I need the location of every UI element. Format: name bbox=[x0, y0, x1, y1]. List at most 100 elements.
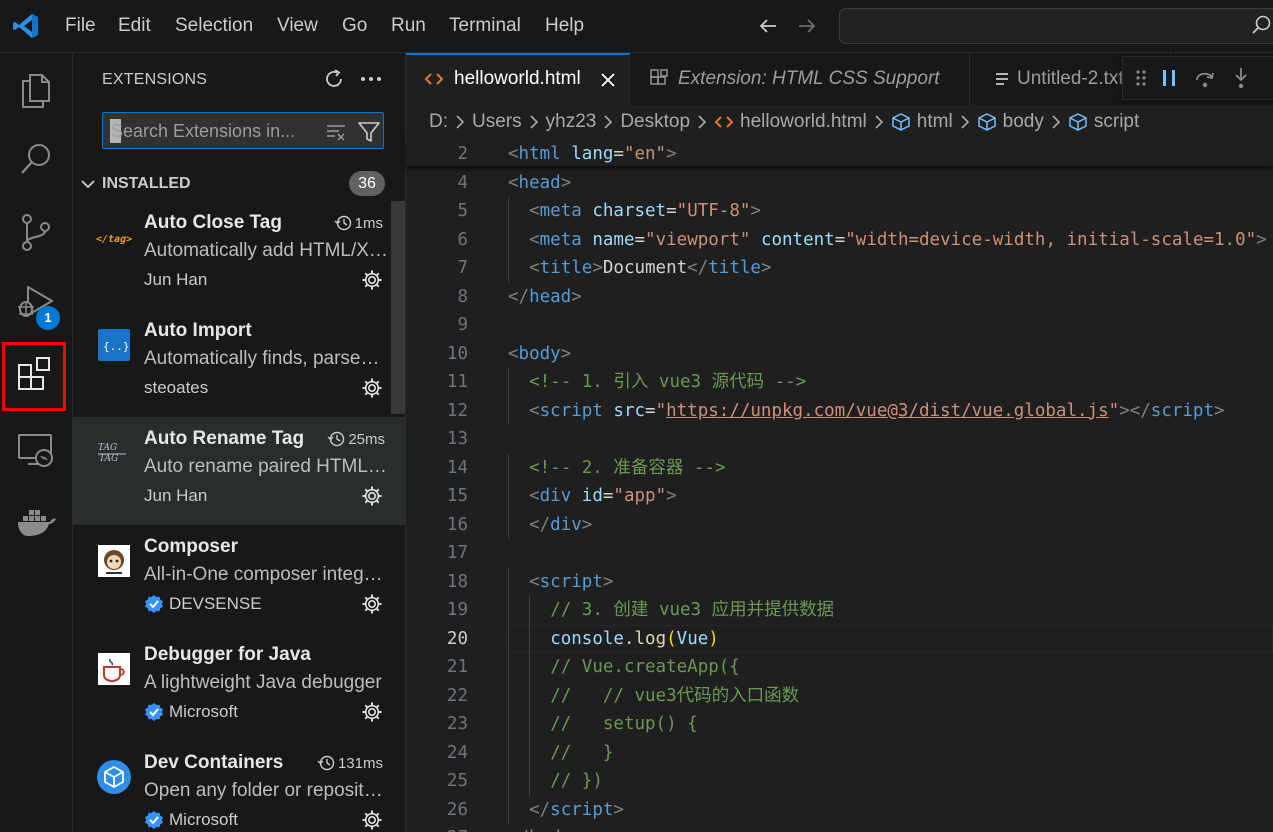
tab-label: Untitled-2.txt bbox=[1017, 68, 1124, 89]
code-line[interactable]: 22 // // vue3代码的入口函数 bbox=[406, 681, 1273, 710]
chevron-right-icon bbox=[530, 115, 538, 129]
line-number: 2 bbox=[457, 144, 468, 164]
gear-icon[interactable] bbox=[361, 485, 383, 507]
line-number: 14 bbox=[446, 457, 468, 478]
code-line[interactable]: 5 <meta charset="UTF-8"> bbox=[406, 197, 1273, 226]
extension-description: Automatically finds, parses and provides… bbox=[144, 348, 388, 369]
code-line[interactable]: 2 <html lang="en"> bbox=[406, 140, 1273, 168]
code-line[interactable]: 26 </script> bbox=[406, 795, 1273, 824]
gear-icon[interactable] bbox=[361, 701, 383, 723]
code-editor[interactable]: 2 <html lang="en"> 4 <head> 5 <meta charset="… bbox=[406, 138, 1273, 832]
tab-extension-html-css-support[interactable]: Extension: HTML CSS Support bbox=[631, 53, 970, 105]
code-line[interactable]: 13 bbox=[406, 425, 1273, 453]
code-token: body bbox=[529, 828, 571, 832]
refresh-icon[interactable] bbox=[322, 67, 346, 91]
code-line[interactable]: 6 <meta name="viewport" content="width=de… bbox=[406, 225, 1273, 254]
gear-icon[interactable] bbox=[361, 269, 383, 291]
extension-search-input[interactable] bbox=[109, 117, 318, 145]
breadcrumb-script-label: script bbox=[1093, 111, 1140, 132]
code-line[interactable]: 7 <title>Document</title> bbox=[406, 254, 1273, 283]
code-line[interactable]: 20 console.log(Vue) bbox=[406, 624, 1273, 653]
source-control-icon[interactable] bbox=[14, 210, 58, 254]
step-into-icon[interactable] bbox=[1229, 66, 1253, 90]
code-line[interactable]: 17 bbox=[406, 539, 1273, 567]
code-line[interactable]: 27 </body> bbox=[406, 824, 1273, 832]
code-line[interactable]: 14 <!-- 2. 准备容器 --> bbox=[406, 453, 1273, 482]
breadcrumb-item-desktop[interactable]: Desktop bbox=[620, 111, 690, 133]
breadcrumb-item-file[interactable]: helloworld.html bbox=[714, 111, 867, 133]
code-token: > bbox=[581, 514, 593, 535]
code-line[interactable]: 8 </head> bbox=[406, 283, 1273, 311]
code-line[interactable]: 10 <body> bbox=[406, 340, 1273, 368]
gear-icon[interactable] bbox=[361, 809, 383, 831]
code-line[interactable]: 11 <!-- 1. 引入 vue3 源代码 --> bbox=[406, 368, 1273, 397]
extension-item-auto-import[interactable]: {..} Auto Import Automatically finds, pa… bbox=[73, 309, 391, 417]
code-line[interactable]: 21 // Vue.createApp({ bbox=[406, 653, 1273, 682]
extension-search-box[interactable] bbox=[102, 112, 384, 149]
code-token: " bbox=[1108, 400, 1120, 421]
code-line[interactable]: 15 <div id="app"> bbox=[406, 482, 1273, 511]
search-icon[interactable] bbox=[14, 137, 58, 181]
code-line[interactable]: 23 // setup() { bbox=[406, 710, 1273, 739]
step-over-icon[interactable] bbox=[1193, 66, 1217, 90]
more-actions-icon[interactable] bbox=[359, 67, 383, 91]
code-line[interactable]: 9 bbox=[406, 311, 1273, 339]
arrow-right-icon[interactable] bbox=[796, 15, 818, 37]
tab-helloworld-html[interactable]: helloworld.html bbox=[406, 53, 630, 105]
arrow-left-icon[interactable] bbox=[757, 15, 779, 37]
gear-icon[interactable] bbox=[361, 377, 383, 399]
breadcrumb-item-drive[interactable]: D: bbox=[429, 111, 448, 133]
drag-handle-icon[interactable] bbox=[1129, 66, 1153, 90]
gear-icon[interactable] bbox=[361, 593, 383, 615]
code-text: <title>Document</title> bbox=[529, 254, 771, 282]
editor-area: helloworld.html Extension: HTML CSS Supp… bbox=[406, 53, 1273, 832]
debug-toolbar bbox=[1122, 56, 1273, 100]
menu-file[interactable]: File bbox=[65, 14, 96, 38]
extension-item-auto-rename-tag[interactable]: TAG TAG Auto Rename Tag 25ms Auto rename … bbox=[73, 417, 405, 525]
code-token: = bbox=[634, 229, 646, 250]
code-line[interactable]: 18 <script> bbox=[406, 567, 1273, 596]
code-line[interactable]: 12 <script src="https://unpkg.com/vue@3/d… bbox=[406, 396, 1273, 425]
menu-edit[interactable]: Edit bbox=[118, 14, 151, 38]
breadcrumb-item-html[interactable]: html bbox=[891, 111, 953, 133]
code-token: "app" bbox=[613, 486, 667, 506]
verified-publisher-icon bbox=[145, 811, 163, 829]
extensions-icon[interactable] bbox=[14, 355, 58, 399]
code-line[interactable]: 4 <head> bbox=[406, 169, 1273, 197]
extension-item-composer[interactable]: Composer All-in-One composer integration… bbox=[73, 525, 391, 633]
extension-item-dev-containers[interactable]: Dev Containers 131ms Open any folder or … bbox=[73, 741, 391, 832]
menu-terminal[interactable]: Terminal bbox=[449, 14, 521, 38]
extension-item-auto-close-tag[interactable]: </tag> Auto Close Tag 1ms Automatically … bbox=[73, 201, 391, 309]
remote-explorer-icon[interactable] bbox=[14, 428, 58, 472]
breadcrumb-item-script[interactable]: script bbox=[1068, 111, 1139, 133]
docker-icon[interactable] bbox=[14, 500, 58, 544]
filter-icon[interactable] bbox=[357, 120, 381, 144]
sidebar-scrollbar[interactable] bbox=[391, 201, 405, 414]
close-icon[interactable] bbox=[599, 71, 617, 89]
menu-go[interactable]: Go bbox=[342, 14, 367, 38]
menu-selection[interactable]: Selection bbox=[175, 14, 253, 38]
code-line[interactable]: 25 // }) bbox=[406, 767, 1273, 796]
extension-name: Debugger for Java bbox=[144, 644, 311, 665]
pause-icon[interactable] bbox=[1157, 66, 1181, 90]
menu-help[interactable]: Help bbox=[545, 14, 584, 38]
breadcrumb-item-users[interactable]: Users bbox=[472, 111, 522, 133]
code-line[interactable]: 19 // 3. 创建 vue3 应用并提供数据 bbox=[406, 596, 1273, 625]
code-line[interactable]: 16 </div> bbox=[406, 510, 1273, 539]
vscode-logo-icon[interactable] bbox=[12, 12, 40, 40]
breadcrumb-item-body[interactable]: body bbox=[977, 111, 1044, 133]
menu-view[interactable]: View bbox=[277, 14, 318, 38]
installed-section-header[interactable]: INSTALLED 36 bbox=[73, 171, 405, 197]
tab-label: Extension: HTML CSS Support bbox=[678, 68, 940, 89]
explorer-icon[interactable] bbox=[14, 67, 58, 111]
code-line[interactable]: 24 // } bbox=[406, 738, 1273, 767]
indent-guide bbox=[529, 767, 531, 796]
dev-containers-logo-icon bbox=[97, 760, 131, 794]
command-center-search[interactable] bbox=[839, 8, 1273, 44]
search-icon[interactable] bbox=[1250, 14, 1272, 36]
clear-filter-icon[interactable] bbox=[325, 121, 347, 143]
breadcrumb-item-user[interactable]: yhz23 bbox=[546, 111, 597, 133]
composer-logo-icon bbox=[98, 545, 130, 577]
menu-run[interactable]: Run bbox=[391, 14, 426, 38]
extension-item-debugger-for-java[interactable]: Debugger for Java A lightweight Java deb… bbox=[73, 633, 391, 741]
